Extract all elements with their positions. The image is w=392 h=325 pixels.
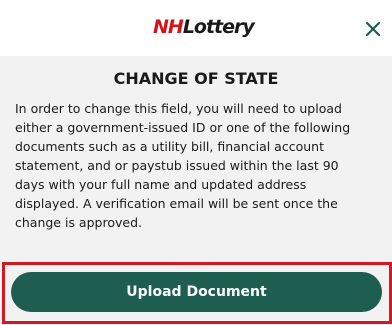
nh-lottery-logo: NHLottery (153, 15, 255, 39)
modal-title: CHANGE OF STATE (113, 69, 279, 88)
description-line: displayed. A verification email will be … (15, 196, 338, 211)
close-button[interactable] (360, 16, 386, 42)
modal-header: NHLottery (0, 0, 392, 56)
description-line: documents such as a utility bill, financ… (15, 139, 324, 154)
description-line: In order to change this field, you will … (15, 101, 342, 116)
description-line: change is approved. (15, 215, 142, 230)
upload-document-button[interactable]: Upload Document (11, 272, 382, 312)
change-of-state-modal: NHLottery CHANGE OF STATE In order to ch… (0, 0, 392, 325)
description-line: either a government-issued ID or one of … (15, 120, 351, 135)
logo-nh-text: NH (153, 16, 184, 38)
description-line: statement, and or paystub issued within … (15, 158, 339, 173)
modal-description: In order to change this field, you will … (15, 99, 385, 232)
close-icon (365, 21, 381, 37)
description-line: days with your full name and updated add… (15, 177, 307, 192)
logo-lottery-text: Lottery (182, 16, 255, 38)
